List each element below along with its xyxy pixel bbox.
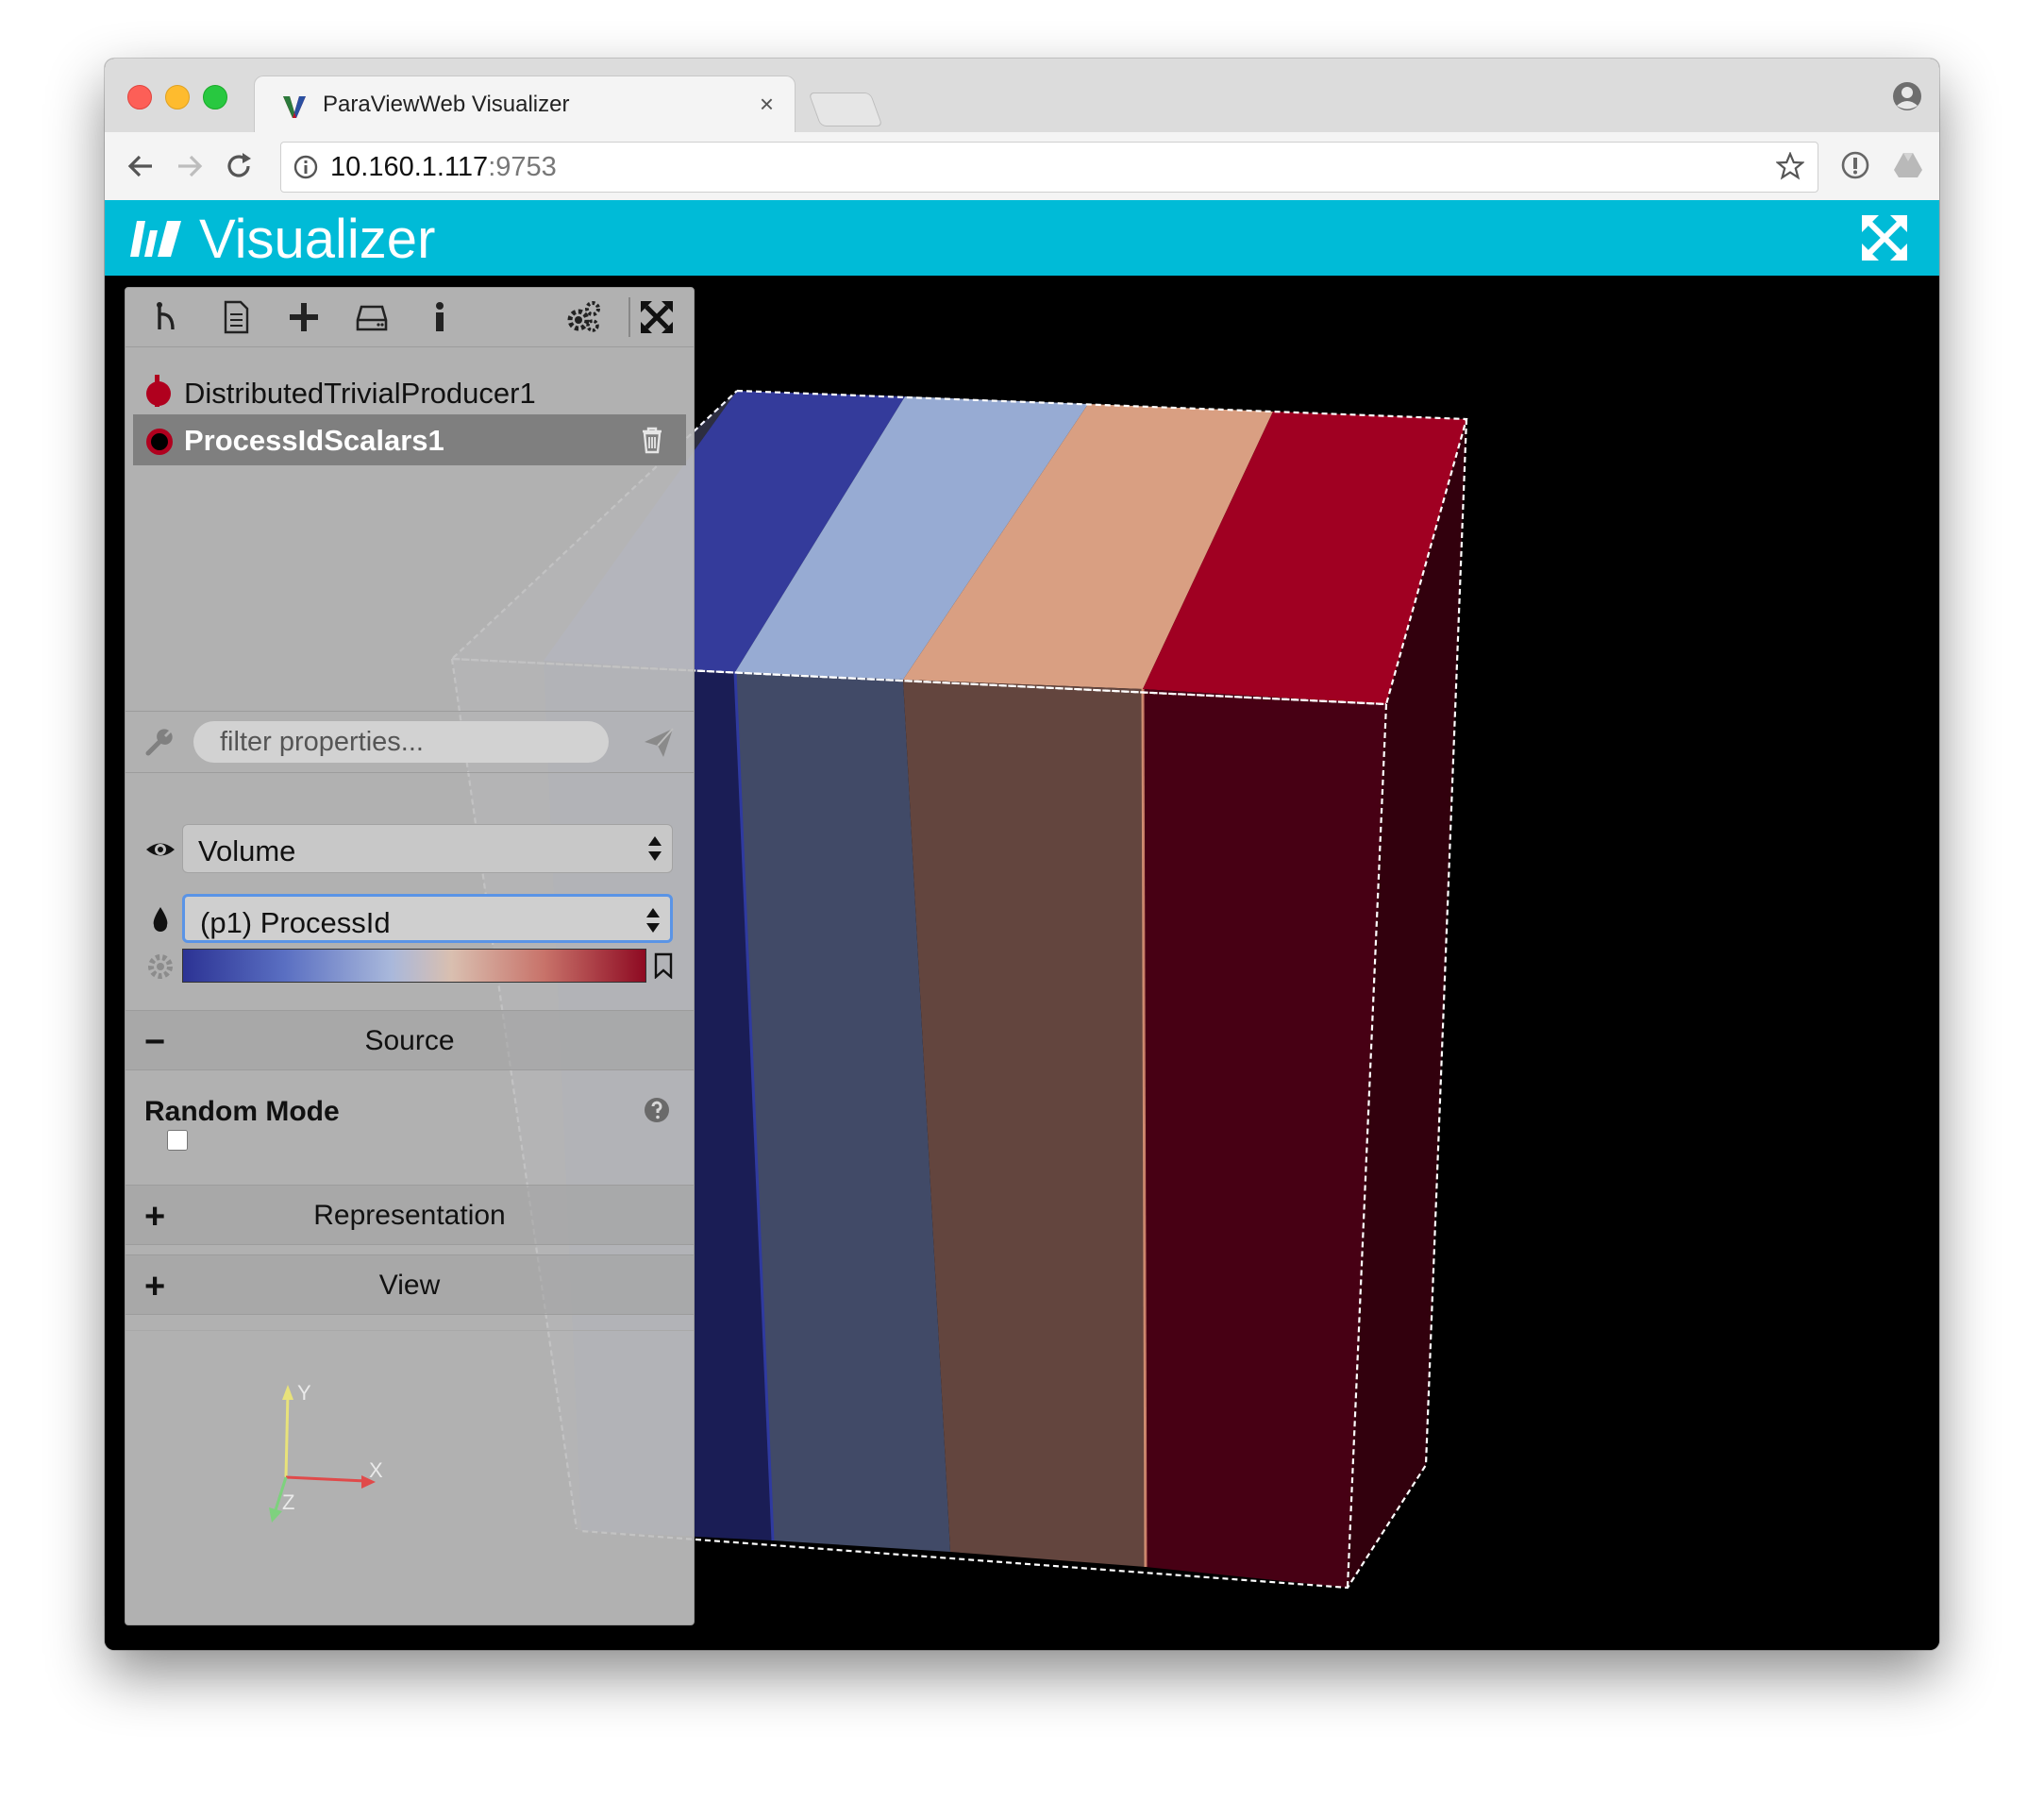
render-viewport[interactable]: DistributedTrivialProducer1 ProcessIdSca… (105, 276, 1939, 1650)
info-icon[interactable] (422, 299, 458, 335)
random-mode-label: Random Mode (144, 1096, 340, 1127)
save-data-icon[interactable] (354, 299, 390, 335)
window-maximize-button[interactable] (203, 85, 227, 109)
pipeline-connector (155, 375, 159, 407)
color-drop-icon[interactable] (144, 903, 176, 935)
axis-y-arrow (282, 1385, 293, 1400)
orientation-axes: Y X Z (269, 1383, 383, 1523)
panel-divider (126, 1330, 694, 1331)
control-panel: DistributedTrivialProducer1 ProcessIdSca… (125, 287, 695, 1625)
colormap-preset-bar[interactable] (182, 949, 646, 983)
password-extension-icon[interactable] (1839, 149, 1871, 181)
tab-title: ParaViewWeb Visualizer (323, 92, 570, 117)
representation-value: Volume (198, 834, 296, 867)
reload-icon[interactable] (222, 149, 256, 183)
panel-toolbar (126, 288, 694, 347)
colormap-settings-gear-icon[interactable] (144, 951, 176, 983)
representation-select[interactable]: Volume (182, 824, 673, 873)
fullscreen-icon[interactable] (1860, 213, 1909, 262)
section-representation-header[interactable]: + Representation (126, 1185, 694, 1245)
drive-extension-icon[interactable] (1892, 149, 1924, 181)
collapse-panel-icon[interactable] (639, 299, 675, 335)
pipeline-item-label: DistributedTrivialProducer1 (184, 377, 536, 410)
axis-x-line (285, 1475, 367, 1483)
bookmark-star-icon[interactable] (1776, 152, 1804, 180)
tab-close-icon[interactable]: × (760, 90, 774, 119)
window-close-button[interactable] (127, 85, 152, 109)
paraview-favicon-icon (283, 96, 306, 118)
url-port: :9753 (488, 152, 557, 182)
color-by-value: (p1) ProcessId (200, 906, 391, 939)
browser-tab[interactable]: ParaViewWeb Visualizer × (254, 76, 796, 135)
pipeline-item-producer[interactable]: DistributedTrivialProducer1 (133, 367, 686, 418)
profile-icon[interactable] (1892, 81, 1922, 111)
axis-z-label: Z (282, 1490, 294, 1514)
section-source-label: Source (364, 1025, 455, 1056)
pipeline-node-dot[interactable] (146, 429, 173, 455)
address-bar[interactable]: 10.160.1.117:9753 (280, 142, 1818, 193)
url-text: 10.160.1.117:9753 (330, 152, 557, 183)
pipeline-browser-icon[interactable] (150, 299, 186, 335)
browser-toolbar: 10.160.1.117:9753 (105, 132, 1939, 201)
pipeline-item-label: ProcessIdScalars1 (184, 424, 444, 457)
axis-z-arrow (269, 1507, 282, 1523)
section-representation-label: Representation (313, 1200, 506, 1231)
visualizer-logo-icon (130, 221, 181, 257)
url-host: 10.160.1.117 (330, 152, 489, 182)
new-tab-button[interactable] (808, 93, 883, 126)
section-view-label: View (378, 1270, 441, 1301)
bookmark-preset-icon[interactable] (650, 952, 677, 979)
wrench-icon[interactable] (144, 727, 175, 757)
add-filter-icon[interactable] (286, 299, 322, 335)
slab-4-front (1143, 689, 1386, 1588)
eye-visibility-icon[interactable] (144, 833, 176, 866)
window-minimize-button[interactable] (165, 85, 190, 109)
axis-y-line (284, 1391, 290, 1478)
toolbar-separator (628, 297, 630, 337)
section-view-header[interactable]: + View (126, 1254, 694, 1315)
help-icon[interactable] (643, 1096, 671, 1124)
color-by-select[interactable]: (p1) ProcessId (182, 894, 673, 943)
filter-properties-input[interactable] (193, 721, 609, 763)
random-mode-checkbox[interactable] (167, 1130, 188, 1151)
tab-strip: ParaViewWeb Visualizer × (105, 59, 1939, 135)
apply-send-icon[interactable] (643, 727, 675, 759)
browser-window: ParaViewWeb Visualizer × 10.160.1.117:97… (105, 59, 1939, 1650)
pipeline-item-processid[interactable]: ProcessIdScalars1 (133, 414, 686, 465)
app-title: Visualizer (199, 209, 436, 270)
property-filter-bar (126, 711, 694, 773)
axis-x-label: X (369, 1458, 383, 1482)
trash-icon[interactable] (639, 426, 665, 454)
site-info-icon[interactable] (293, 154, 319, 180)
section-source-header[interactable]: − Source (126, 1010, 694, 1070)
forward-arrow-icon[interactable] (173, 149, 207, 183)
settings-gears-icon[interactable] (565, 299, 601, 335)
select-arrows-icon (646, 908, 660, 933)
axis-y-label: Y (297, 1383, 311, 1405)
back-arrow-icon[interactable] (124, 149, 158, 183)
select-arrows-icon (648, 836, 662, 861)
app-header: Visualizer (105, 200, 1939, 276)
file-icon[interactable] (218, 299, 254, 335)
